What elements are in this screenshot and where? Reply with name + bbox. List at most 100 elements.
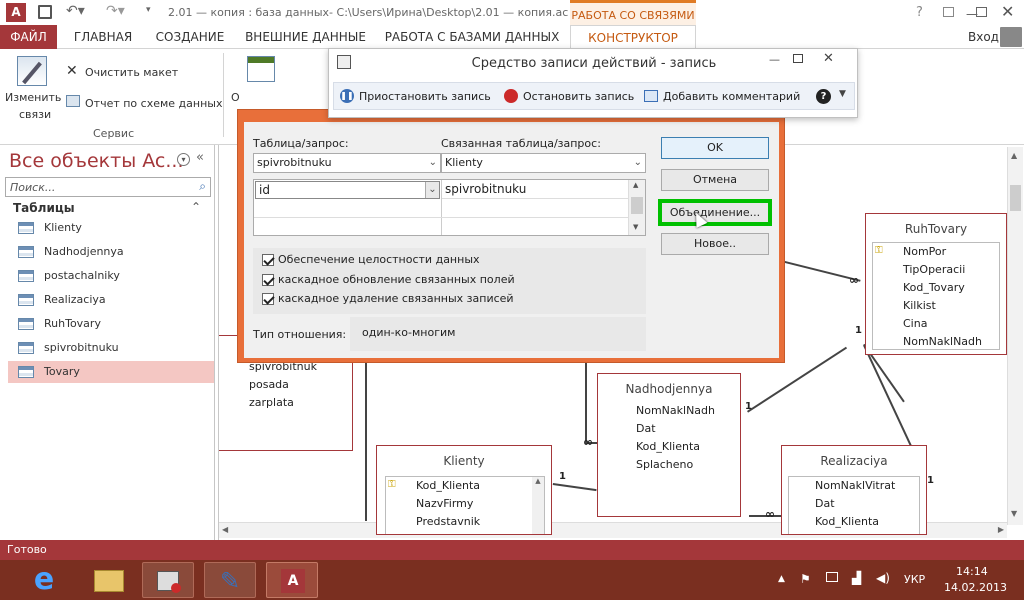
integrity-checkbox[interactable]: [262, 254, 274, 266]
field-list[interactable]: NomNaklVitrat Dat Kod_Klienta: [788, 476, 920, 534]
restore-icon[interactable]: [976, 7, 987, 17]
tab-create[interactable]: СОЗДАНИЕ: [150, 25, 230, 49]
show-table-icon[interactable]: [247, 56, 275, 82]
help-icon[interactable]: ?: [916, 5, 923, 20]
section-collapse-icon[interactable]: ⌃: [191, 200, 201, 214]
chevron-down-icon[interactable]: ▼: [839, 89, 846, 99]
grid-cell-left[interactable]: id ⌄: [255, 181, 440, 199]
table-nadhodjennya[interactable]: Nadhodjennya NomNaklNadh Dat Kod_Klienta…: [597, 373, 741, 517]
tab-database-tools[interactable]: РАБОТА С БАЗАМИ ДАННЫХ: [383, 25, 561, 49]
nav-item-nadhodjennya[interactable]: Nadhodjennya: [8, 241, 214, 263]
tray-chevron-icon[interactable]: ▲: [778, 574, 785, 584]
paint-icon[interactable]: ✎: [204, 562, 256, 598]
relationship-report-button[interactable]: Отчет по схеме данных: [85, 97, 222, 110]
maximize-icon[interactable]: [793, 54, 803, 63]
access-taskbar-icon[interactable]: A: [266, 562, 318, 598]
field-item[interactable]: Kilkist: [873, 297, 999, 315]
field-list[interactable]: ⚿ Kod_Klienta NazvFirmy Predstavnik ▲: [385, 476, 545, 534]
nav-pane-menu-icon[interactable]: ▾: [177, 153, 190, 166]
chevron-down-icon[interactable]: ⌄: [425, 182, 439, 198]
grid-scrollbar[interactable]: ▲ ▼: [628, 180, 645, 235]
scroll-up-icon[interactable]: ▲: [1011, 151, 1017, 160]
edit-relationships-button[interactable]: Изменить: [5, 91, 61, 104]
vertical-scrollbar[interactable]: ▲ ▼: [1007, 147, 1023, 525]
field-item[interactable]: NomNaklNadh: [604, 402, 736, 420]
relationship-line[interactable]: [863, 345, 916, 455]
close-icon[interactable]: ✕: [823, 51, 834, 66]
field-item[interactable]: Cina: [873, 315, 999, 333]
table-query-select[interactable]: spivrobitnuku ⌄: [253, 153, 441, 173]
help-icon[interactable]: ?: [816, 89, 831, 104]
field-grid[interactable]: id ⌄ spivrobitnuku ▲ ▼: [253, 179, 646, 236]
volume-icon[interactable]: ◀): [876, 571, 890, 585]
steps-recorder-taskbar-icon[interactable]: [142, 562, 194, 598]
table-title[interactable]: Nadhodjennya: [598, 374, 740, 404]
field-item[interactable]: TipOperacii: [873, 261, 999, 279]
field-item[interactable]: Kod_Klienta: [604, 438, 736, 456]
nav-pane-title[interactable]: Все объекты Ac...: [9, 150, 183, 172]
close-icon[interactable]: ✕: [1001, 2, 1014, 21]
internet-explorer-icon[interactable]: e: [18, 562, 70, 598]
redo-icon[interactable]: ↷▾: [106, 3, 125, 19]
action-center-icon[interactable]: ⚑: [800, 572, 811, 586]
table-klienty[interactable]: Klienty ⚿ Kod_Klienta NazvFirmy Predstavn…: [376, 445, 552, 535]
field-item[interactable]: posada: [219, 376, 347, 394]
field-item[interactable]: ⚿ Kod_Klienta: [386, 477, 544, 495]
access-logo-icon[interactable]: A: [6, 3, 26, 22]
scroll-down-icon[interactable]: ▼: [1011, 509, 1017, 518]
grid-cell-right[interactable]: spivrobitnuku: [442, 181, 628, 199]
ribbon-display-icon[interactable]: [943, 7, 954, 17]
nav-item-realizaciya[interactable]: Realizaciya: [8, 289, 214, 311]
stop-record-button[interactable]: Остановить запись: [523, 90, 634, 103]
user-login[interactable]: Вход: [968, 30, 999, 44]
create-new-button[interactable]: Новое..: [661, 233, 769, 255]
scroll-up-icon[interactable]: ▲: [633, 181, 638, 189]
tab-home[interactable]: ГЛАВНАЯ: [68, 25, 138, 49]
field-list[interactable]: ⚿ NomPor TipOperacii Kod_Tovary Kilkist C…: [872, 242, 1000, 350]
nav-item-ruhtovary[interactable]: RuhTovary: [8, 313, 214, 335]
file-explorer-icon[interactable]: [82, 562, 134, 598]
scroll-left-icon[interactable]: ◀: [222, 525, 228, 534]
table-title[interactable]: Klienty: [377, 446, 551, 476]
save-icon[interactable]: [38, 5, 52, 19]
table-title[interactable]: RuhTovary: [866, 214, 1006, 244]
language-indicator[interactable]: УКР: [904, 573, 925, 586]
minimize-icon[interactable]: —: [769, 53, 780, 66]
field-item[interactable]: Dat: [789, 495, 919, 513]
ok-button[interactable]: OK: [661, 137, 769, 159]
field-item[interactable]: ⚿ NomPor: [873, 243, 999, 261]
nav-pane-collapse-icon[interactable]: «: [196, 150, 204, 165]
scroll-down-icon[interactable]: ▼: [633, 223, 638, 231]
tab-file[interactable]: ФАЙЛ: [0, 25, 57, 49]
field-item[interactable]: NomNaklVitrat: [789, 477, 919, 495]
nav-item-spivrobitnuku[interactable]: spivrobitnuku: [8, 337, 214, 359]
tab-external-data[interactable]: ВНЕШНИЕ ДАННЫЕ: [243, 25, 368, 49]
avatar[interactable]: [1000, 27, 1022, 47]
relationship-line[interactable]: [365, 355, 367, 521]
field-item[interactable]: NazvFirmy: [386, 495, 544, 513]
table-realizaciya[interactable]: Realizaciya NomNaklVitrat Dat Kod_Klient…: [781, 445, 927, 535]
field-item[interactable]: Kod_Tovary: [873, 279, 999, 297]
scroll-thumb[interactable]: [1010, 185, 1021, 211]
search-input[interactable]: Поиск... ⌕: [5, 177, 211, 197]
field-item[interactable]: Dat: [604, 420, 736, 438]
nav-item-tovary[interactable]: Tovary: [8, 361, 214, 383]
nav-item-klienty[interactable]: Klienty: [8, 217, 214, 239]
cascade-delete-checkbox-row[interactable]: каскадное удаление связанных записей: [262, 292, 514, 305]
undo-icon[interactable]: ↶▾: [66, 3, 85, 19]
clock-time[interactable]: 14:14: [956, 565, 988, 578]
field-item[interactable]: Splacheno: [604, 456, 736, 474]
display-icon[interactable]: [826, 572, 838, 582]
integrity-checkbox-row[interactable]: Обеспечение целостности данных: [262, 253, 480, 266]
clock-date[interactable]: 14.02.2013: [944, 581, 1007, 594]
qat-customize-icon[interactable]: ▾: [146, 5, 151, 15]
field-item[interactable]: NomNaklNadh: [873, 333, 999, 351]
table-ruhtovary[interactable]: RuhTovary ⚿ NomPor TipOperacii Kod_Tovary…: [865, 213, 1007, 355]
tables-section-header[interactable]: Таблицы: [13, 201, 75, 215]
cascade-update-checkbox-row[interactable]: каскадное обновление связанных полей: [262, 273, 515, 286]
tab-design[interactable]: КОНСТРУКТОР: [570, 25, 696, 49]
field-item[interactable]: Kod_Klienta: [789, 513, 919, 531]
cancel-button[interactable]: Отмена: [661, 169, 769, 191]
cascade-update-checkbox[interactable]: [262, 274, 274, 286]
clear-layout-button[interactable]: Очистить макет: [85, 66, 178, 79]
